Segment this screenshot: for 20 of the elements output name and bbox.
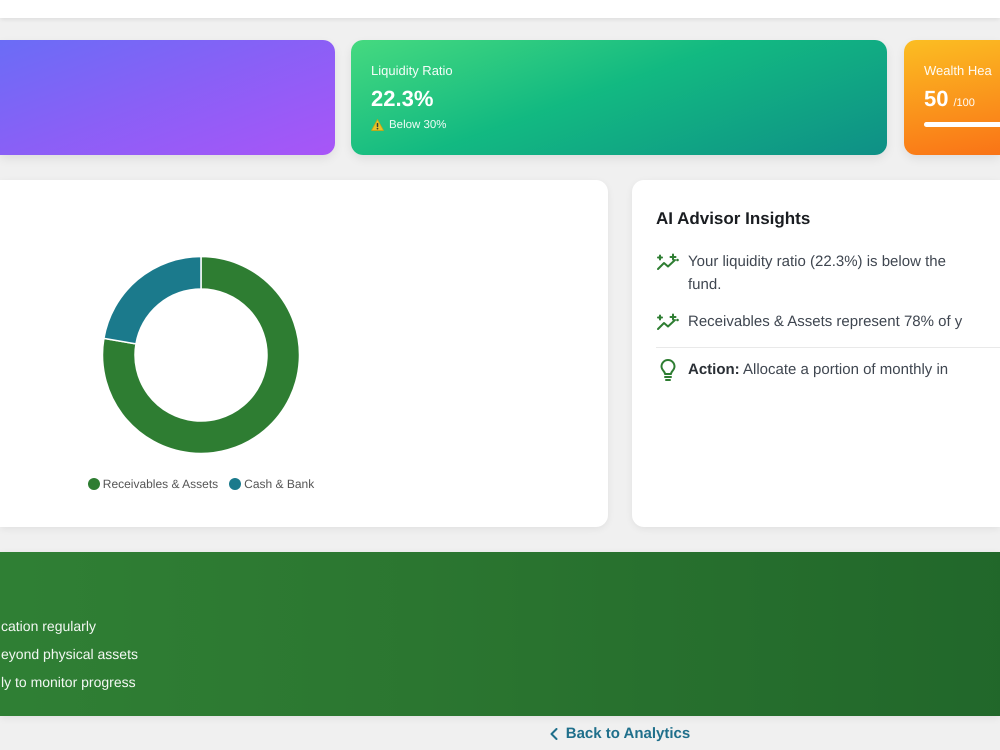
ratio-value: 22.3% <box>371 86 434 112</box>
card-title: AI Advisor Insights <box>656 208 810 230</box>
back-link[interactable]: Back to Analytics <box>550 724 690 744</box>
score-scale: /100 <box>953 97 975 109</box>
trend-sparkle-icon <box>656 313 680 331</box>
note-text: Below 30% <box>389 118 447 132</box>
card-label: Liquidity Ratio <box>371 63 453 79</box>
card-label: Wealth Hea <box>924 63 992 79</box>
score-value: 50 <box>924 86 948 112</box>
tip-text: cation regularly <box>1 617 96 636</box>
insight-text: Receivables & Assets represent 78% of y <box>688 312 962 332</box>
lightbulb-icon <box>660 359 676 381</box>
legend-label: Receivables & Assets <box>102 477 218 491</box>
insight-text: Your liquidity ratio (22.3%) is below the fund. <box>688 252 946 295</box>
legend-label: Cash & Bank <box>244 477 314 491</box>
chevron-left-icon <box>550 728 558 740</box>
action-text: Action: Allocate a portion of monthly in <box>688 360 948 380</box>
tip-text: eyond physical assets <box>1 645 138 664</box>
tip-text: ly to monitor progress <box>1 673 136 692</box>
trend-sparkle-icon <box>656 253 680 271</box>
